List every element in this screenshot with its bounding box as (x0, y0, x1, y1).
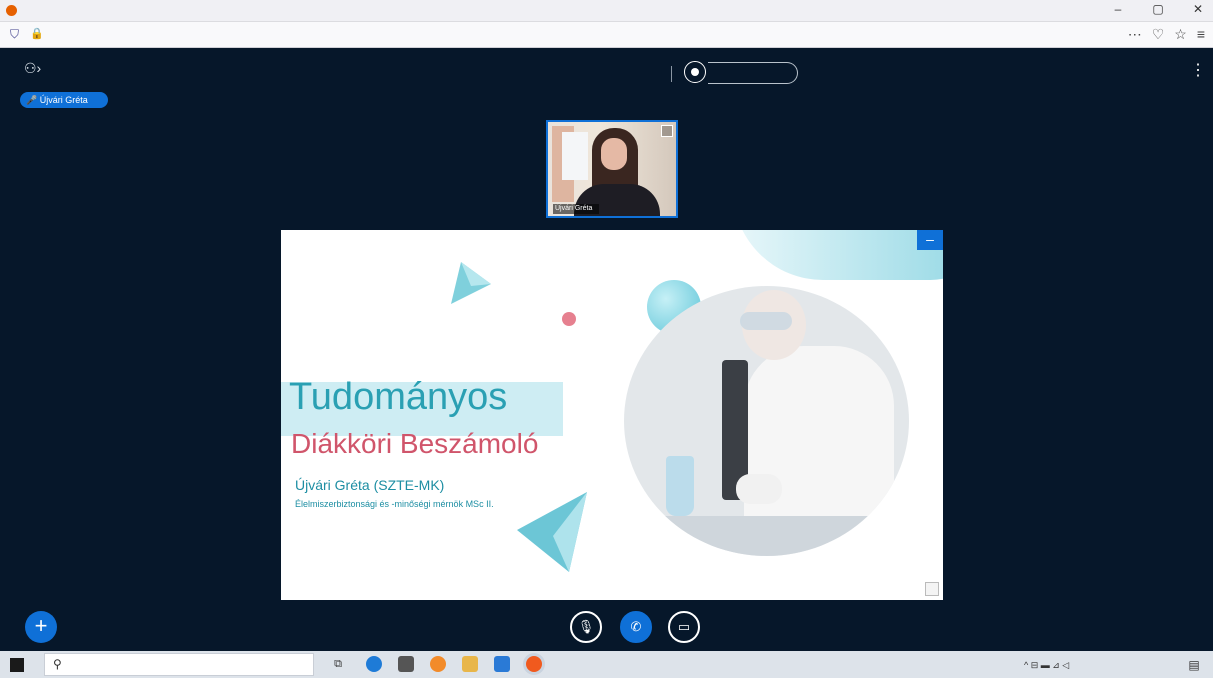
camera-icon: ▭ (677, 619, 691, 634)
windows-start-icon[interactable] (10, 658, 24, 672)
lab-scientist-photo (624, 286, 909, 556)
webcam-window (562, 132, 588, 180)
minimize-window-icon[interactable]: – (1111, 2, 1125, 20)
maximize-window-icon[interactable]: ▢ (1151, 2, 1165, 20)
share-webcam-button[interactable]: ▭ (668, 611, 700, 643)
menu-icon[interactable]: ≡ (1197, 26, 1205, 44)
slide-author: Újvári Gréta (SZTE-MK) (295, 477, 445, 493)
window-controls: – ▢ ✕ (1111, 2, 1205, 20)
file-explorer-icon[interactable] (462, 656, 478, 672)
microphone-off-icon: 🎙 (577, 619, 595, 634)
options-menu-icon[interactable]: ⋮ (1190, 62, 1206, 80)
firefox-taskbar-icon[interactable] (526, 656, 542, 672)
mute-microphone-button[interactable]: 🎙 (570, 611, 602, 643)
app-icon[interactable] (430, 656, 446, 672)
webcam-person-face (601, 138, 627, 170)
tracking-shield-icon[interactable]: ⛉ (10, 28, 22, 41)
photo-bench (624, 516, 909, 556)
mail-icon[interactable] (494, 656, 510, 672)
photo-goggles (740, 312, 792, 330)
search-icon: ⚲ (53, 657, 62, 671)
taskbar-search-input[interactable]: ⚲ (44, 653, 314, 676)
meeting-title (430, 68, 666, 82)
presenter-name: Újvári Gréta (39, 95, 88, 105)
system-tray[interactable]: ^ ⊟ ▬ ⊿ ◁ (1024, 658, 1134, 672)
webcam-fullscreen-icon[interactable] (661, 125, 673, 137)
edge-browser-icon[interactable] (366, 656, 382, 672)
presenter-indicator[interactable]: 🎤 Újvári Gréta (20, 92, 108, 108)
search-placeholder (73, 659, 303, 672)
recording-button[interactable] (708, 62, 798, 84)
slide-decoration-triangle (451, 262, 491, 304)
lock-icon[interactable]: 🔒 (30, 28, 44, 40)
bookmark-star-icon[interactable]: ☆ (1174, 26, 1187, 44)
browser-titlebar: – ▢ ✕ (0, 0, 1213, 22)
windows-taskbar: ⚲ ⧉ ^ ⊟ ▬ ⊿ ◁ ▤ (0, 651, 1213, 678)
slide-program: Élelmiszerbiztonsági és -minőségi mérnök… (295, 499, 494, 509)
actions-plus-button[interactable]: + (25, 611, 57, 643)
presentation-slide: – Tudományos Diákköri Beszámoló Újvári G… (281, 230, 943, 600)
url-field[interactable] (58, 29, 758, 43)
slide-decoration-wave (733, 230, 943, 280)
notification-icon[interactable]: ▤ (1186, 657, 1202, 673)
slide-title: Tudományos (289, 376, 508, 418)
store-icon[interactable] (398, 656, 414, 672)
close-window-icon[interactable]: ✕ (1191, 2, 1205, 20)
user-list-toggle-icon[interactable]: ⚇› (24, 60, 42, 76)
browser-tab-title[interactable] (22, 4, 662, 18)
meeting-app: ⚇› 🎤 Újvári Gréta ⋮ Újvári Gréta – Tudom… (0, 48, 1213, 651)
photo-flask (666, 456, 694, 516)
photo-glove (736, 474, 782, 504)
pocket-icon[interactable]: ♡ (1152, 26, 1165, 44)
leave-audio-button[interactable]: ✆ (620, 611, 652, 643)
firefox-favicon-icon (6, 5, 17, 16)
slide-subtitle: Diákköri Beszámoló (291, 428, 539, 459)
page-actions-icon[interactable]: ⋯ (1128, 26, 1142, 44)
title-separator (671, 66, 672, 82)
browser-address-bar: ⛉ 🔒 ⋯ ♡ ☆ ≡ (0, 22, 1213, 48)
browser-toolbar-icons: ⋯ ♡ ☆ ≡ (1128, 26, 1205, 44)
webcam-name-tag: Újvári Gréta (553, 204, 599, 214)
phone-icon: ✆ (630, 619, 642, 634)
webcam-tile[interactable]: Újvári Gréta (546, 120, 678, 218)
slide-decoration-dot (562, 312, 576, 326)
record-icon[interactable] (684, 61, 706, 83)
minimize-presentation-button[interactable]: – (917, 230, 943, 250)
taskbar-clock[interactable] (1134, 653, 1180, 677)
task-view-icon[interactable]: ⧉ (330, 656, 346, 672)
slide-fullscreen-icon[interactable] (925, 582, 939, 596)
